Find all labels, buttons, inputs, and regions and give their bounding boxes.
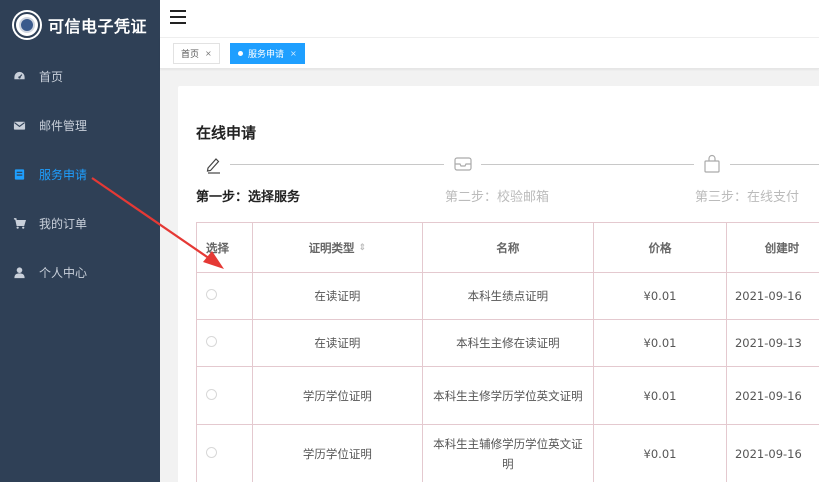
created-cell: 2021-09-16: [725, 424, 819, 482]
select-cell: [196, 424, 253, 482]
name-cell: 本科生主修学历学位英文证明: [421, 366, 595, 425]
column-header-label: 证明类型: [308, 240, 355, 255]
table-row[interactable]: 在读证明 本科生主修在读证明 ¥0.01 2021-09-13: [196, 319, 819, 367]
page-title: 在线申请: [196, 124, 257, 142]
table-row[interactable]: 学历学位证明 本科生主修学历学位英文证明 ¥0.01 2021-09-16: [196, 366, 819, 425]
row-radio[interactable]: [206, 336, 217, 347]
service-table: 选择 证明类型 ⇕ 名称 价格 创建时 在读证明 本科生绩点证明 ¥0.01 20…: [196, 222, 819, 482]
sidebar-item-label: 首页: [39, 70, 64, 84]
tab-home[interactable]: 首页 ×: [173, 43, 220, 64]
select-cell: [196, 319, 253, 367]
sidebar-item-mail[interactable]: 邮件管理: [0, 101, 160, 150]
price-cell: ¥0.01: [593, 366, 727, 425]
step-label: 第一步：选择服务: [196, 190, 301, 205]
sidebar: 可信电子凭证 首页 邮件管理 服务申请 我的订单 个人中心: [0, 0, 160, 482]
logo-icon: [14, 12, 40, 38]
tab-service-apply[interactable]: 服务申请 ×: [230, 43, 305, 64]
column-header-name: 名称: [421, 222, 595, 273]
mail-icon: [12, 119, 26, 133]
type-cell: 在读证明: [251, 272, 423, 320]
column-header-select: 选择: [196, 222, 253, 273]
sidebar-item-label: 个人中心: [39, 266, 88, 280]
sidebar-item-personal-center[interactable]: 个人中心: [0, 248, 160, 297]
created-cell: 2021-09-13: [725, 319, 819, 367]
bag-icon: [702, 154, 722, 174]
close-icon[interactable]: ×: [205, 49, 212, 58]
table-row[interactable]: 在读证明 本科生绩点证明 ¥0.01 2021-09-16: [196, 272, 819, 320]
price-cell: ¥0.01: [593, 424, 727, 482]
close-icon[interactable]: ×: [290, 49, 297, 58]
tab-label: 服务申请: [248, 50, 285, 60]
price-cell: ¥0.01: [593, 272, 727, 320]
app-title: 可信电子凭证: [48, 17, 148, 36]
name-cell: 本科生主辅修学历学位英文证明: [421, 424, 595, 482]
step-label: 第三步：在线支付: [695, 190, 800, 205]
content-card: 在线申请 第一步：选择服务 第二步：校验邮箱 第三步：在线支付 选择 证明类型 ⇕: [178, 86, 819, 482]
table-row[interactable]: 学历学位证明 本科生主辅修学历学位英文证明 ¥0.01 2021-09-16: [196, 424, 819, 482]
row-radio[interactable]: [206, 388, 217, 400]
row-radio[interactable]: [206, 446, 217, 458]
dashboard-icon: [12, 70, 26, 84]
sidebar-item-label: 邮件管理: [39, 119, 88, 133]
user-icon: [12, 266, 26, 280]
step-connector: [481, 164, 694, 165]
type-cell: 在读证明: [251, 319, 423, 367]
form-icon: [12, 168, 26, 182]
menu-toggle-icon[interactable]: [170, 10, 186, 24]
sidebar-item-home[interactable]: 首页: [0, 52, 160, 101]
active-dot-icon: [238, 51, 243, 56]
brand[interactable]: 可信电子凭证: [0, 0, 160, 50]
inbox-icon: [453, 154, 473, 174]
type-cell: 学历学位证明: [251, 424, 423, 482]
step-connector: [230, 164, 444, 165]
name-cell: 本科生绩点证明: [421, 272, 595, 320]
table-header-row: 选择 证明类型 ⇕ 名称 价格 创建时: [196, 222, 819, 273]
step-label: 第二步：校验邮箱: [445, 190, 550, 205]
created-cell: 2021-09-16: [725, 272, 819, 320]
step-connector: [730, 164, 819, 165]
cart-icon: [12, 217, 26, 231]
sidebar-item-my-orders[interactable]: 我的订单: [0, 199, 160, 248]
column-header-created: 创建时: [725, 222, 819, 273]
created-cell: 2021-09-16: [725, 366, 819, 425]
column-header-price: 价格: [593, 222, 727, 273]
sort-icon[interactable]: ⇕: [359, 243, 367, 253]
sidebar-item-label: 服务申请: [39, 168, 88, 182]
sidebar-menu: 首页 邮件管理 服务申请 我的订单 个人中心: [0, 52, 160, 297]
top-header: [160, 0, 819, 38]
column-header-type[interactable]: 证明类型 ⇕: [251, 222, 423, 273]
sidebar-item-service-apply[interactable]: 服务申请: [0, 150, 160, 199]
type-cell: 学历学位证明: [251, 366, 423, 425]
tab-bar: 首页 × 服务申请 ×: [160, 38, 819, 69]
row-radio[interactable]: [206, 289, 217, 300]
price-cell: ¥0.01: [593, 319, 727, 367]
select-cell: [196, 366, 253, 425]
pencil-icon: [204, 154, 224, 174]
name-cell: 本科生主修在读证明: [421, 319, 595, 367]
select-cell: [196, 272, 253, 320]
sidebar-item-label: 我的订单: [39, 217, 88, 231]
tab-label: 首页: [181, 50, 200, 60]
